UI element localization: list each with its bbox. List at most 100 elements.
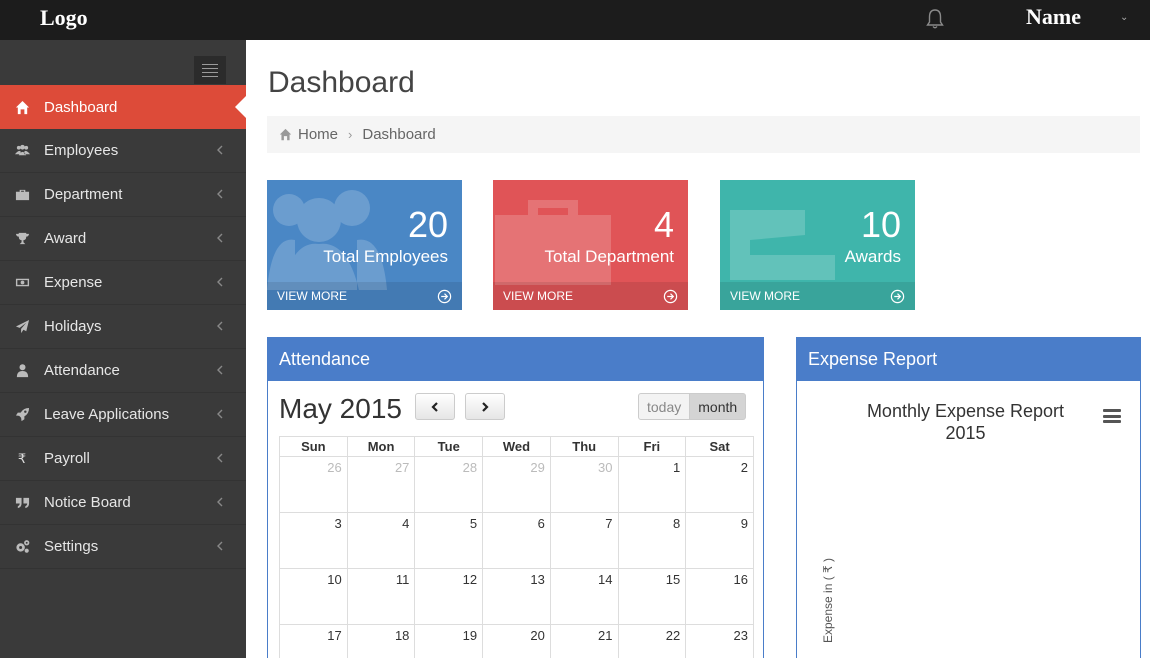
chevron-right-icon: [482, 401, 489, 412]
stat-label: Total Employees: [323, 247, 448, 266]
chevron-left-icon: [217, 365, 223, 375]
sidebar-item-expense[interactable]: Expense: [0, 261, 246, 305]
page-title: Dashboard: [268, 66, 415, 99]
sidebar-item-label: Leave Applications: [44, 406, 170, 423]
stat-card-awards: 10 Awards VIEW MORE: [720, 180, 915, 310]
logo[interactable]: Logo: [40, 5, 88, 31]
calendar-day-cell[interactable]: 2: [685, 456, 754, 513]
users-icon: [267, 190, 387, 290]
sidebar-item-holidays[interactable]: Holidays: [0, 305, 246, 349]
view-more-label: VIEW MORE: [503, 289, 574, 303]
sidebar-item-employees[interactable]: Employees: [0, 129, 246, 173]
sidebar-item-dashboard[interactable]: Dashboard: [0, 85, 247, 129]
calendar-day-cell[interactable]: 13: [482, 568, 551, 625]
calendar-day-cell[interactable]: 19: [414, 624, 484, 658]
calendar-day-cell[interactable]: 29: [482, 456, 551, 513]
breadcrumb-separator: ›: [348, 127, 353, 142]
view-more-link[interactable]: VIEW MORE: [720, 282, 915, 310]
calendar-day-cell[interactable]: 4: [346, 512, 416, 569]
chevron-left-icon: [217, 321, 223, 331]
weekday-header: Mon: [346, 436, 416, 457]
sidebar-item-department[interactable]: Department: [0, 173, 246, 217]
calendar-day-cell[interactable]: 17: [279, 624, 348, 658]
calendar-day-cell[interactable]: 14: [549, 568, 619, 625]
calendar-week-row: 26 27 28 29 30 1 2: [279, 456, 754, 513]
sidebar-item-label: Attendance: [44, 362, 120, 379]
chart-menu-icon[interactable]: [1103, 409, 1121, 423]
chevron-left-icon: [217, 189, 223, 199]
rupee-icon: ₹: [17, 450, 27, 466]
chevron-left-icon: [217, 541, 223, 551]
calendar-next-button[interactable]: [465, 393, 505, 420]
sidebar-item-award[interactable]: Award: [0, 217, 246, 261]
month-view-button[interactable]: month: [690, 393, 747, 420]
sidebar-item-label: Employees: [44, 142, 119, 159]
sidebar-item-payroll[interactable]: ₹ Payroll: [0, 437, 246, 481]
arrow-circle-right-icon: [890, 289, 905, 304]
calendar-day-cell[interactable]: 1: [617, 456, 687, 513]
sidebar-item-leave-applications[interactable]: Leave Applications: [0, 393, 246, 437]
calendar-day-cell[interactable]: 22: [617, 624, 687, 658]
chart-title-line: 2015: [945, 423, 986, 443]
chart-title: Monthly Expense Report 2015: [797, 400, 1140, 444]
stat-card-employees: 20 Total Employees VIEW MORE: [267, 180, 462, 310]
breadcrumb: Home › Dashboard: [267, 116, 1140, 153]
chevron-left-icon: [217, 497, 223, 507]
weekday-header: Thu: [549, 436, 619, 457]
panel-header: Attendance: [268, 338, 763, 381]
calendar-prev-button[interactable]: [415, 393, 455, 420]
weekday-header: Tue: [414, 436, 484, 457]
view-more-link[interactable]: VIEW MORE: [493, 282, 688, 310]
calendar-day-cell[interactable]: 6: [482, 512, 551, 569]
calendar-day-cell[interactable]: 23: [685, 624, 754, 658]
calendar-day-cell[interactable]: 11: [346, 568, 416, 625]
sidebar-item-notice-board[interactable]: Notice Board: [0, 481, 246, 525]
view-more-link[interactable]: VIEW MORE: [267, 282, 462, 310]
calendar-day-cell[interactable]: 15: [617, 568, 687, 625]
arrow-circle-right-icon: [663, 289, 678, 304]
quote-icon: [0, 495, 44, 510]
chevron-down-icon[interactable]: ⌄: [1120, 12, 1128, 23]
breadcrumb-home-link[interactable]: Home: [298, 126, 338, 143]
sidebar-item-settings[interactable]: Settings: [0, 525, 246, 569]
sidebar-item-label: Holidays: [44, 318, 102, 335]
sidebar-toggle-button[interactable]: [194, 56, 226, 84]
stat-value: 20: [407, 204, 448, 245]
attendance-panel: Attendance May 2015 today month Sun Mon Tu…: [267, 337, 764, 658]
chevron-left-icon: [217, 409, 223, 419]
calendar-day-cell[interactable]: 20: [482, 624, 551, 658]
briefcase-icon: [0, 187, 44, 202]
calendar-day-cell[interactable]: 30: [549, 456, 619, 513]
stat-card-department: 4 Total Department VIEW MORE: [493, 180, 688, 310]
calendar-day-cell[interactable]: 7: [549, 512, 619, 569]
trophy-icon: [0, 231, 44, 246]
weekday-header: Sun: [279, 436, 348, 457]
calendar-day-cell[interactable]: 12: [414, 568, 484, 625]
y-axis-label: Expense in ( ₹ ): [821, 557, 835, 643]
calendar-day-cell[interactable]: 16: [685, 568, 754, 625]
calendar-view-switcher: today month: [638, 393, 747, 420]
calendar-week-row: 10 11 12 13 14 15 16: [279, 568, 754, 625]
calendar-day-cell[interactable]: 3: [279, 512, 348, 569]
send-icon: [0, 319, 44, 334]
sidebar-item-label: Notice Board: [44, 494, 131, 511]
stat-value: 10: [860, 204, 901, 245]
calendar-day-cell[interactable]: 5: [414, 512, 484, 569]
calendar-day-cell[interactable]: 26: [279, 456, 348, 513]
bell-icon[interactable]: [926, 8, 944, 30]
calendar-day-cell[interactable]: 10: [279, 568, 348, 625]
calendar-day-cell[interactable]: 8: [617, 512, 687, 569]
calendar-day-cell[interactable]: 28: [414, 456, 484, 513]
weekday-header: Fri: [617, 436, 687, 457]
gears-icon: [0, 539, 44, 554]
user-name[interactable]: Name: [1026, 4, 1081, 30]
calendar-day-cell[interactable]: 18: [346, 624, 416, 658]
today-button[interactable]: today: [638, 393, 691, 420]
panel-header: Expense Report: [797, 338, 1140, 381]
calendar-day-cell[interactable]: 27: [346, 456, 416, 513]
calendar-day-cell[interactable]: 21: [549, 624, 619, 658]
chart-title-line: Monthly Expense Report: [866, 401, 1065, 421]
calendar-day-cell[interactable]: 9: [685, 512, 754, 569]
money-icon: [0, 275, 44, 290]
sidebar-item-attendance[interactable]: Attendance: [0, 349, 246, 393]
